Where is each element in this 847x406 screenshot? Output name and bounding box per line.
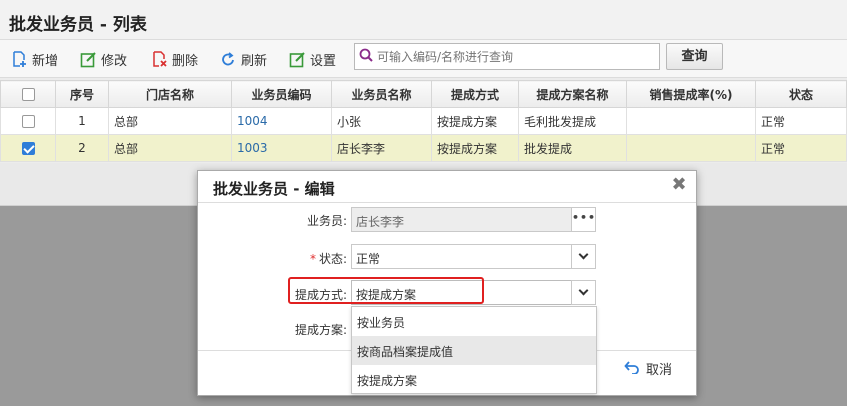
close-icon[interactable]: ✖ xyxy=(671,176,687,194)
cell-plan: 毛利批发提成 xyxy=(518,107,627,135)
row-checkbox-cell[interactable] xyxy=(0,107,56,135)
required-marker: * xyxy=(309,252,316,266)
highlight-box xyxy=(288,277,484,304)
salesman-label: 业务员: xyxy=(306,214,347,228)
column-header[interactable]: 门店名称 xyxy=(108,80,232,108)
table-row[interactable]: 2 总部 1003 店长李李 按提成方案 批发提成 正常 xyxy=(0,134,847,162)
cell-store: 总部 xyxy=(108,134,232,162)
status-dropdown-button[interactable] xyxy=(571,244,596,269)
select-all-checkbox[interactable] xyxy=(21,88,35,101)
cell-rate xyxy=(626,134,756,162)
cell-code[interactable]: 1003 xyxy=(231,134,332,162)
cell-status: 正常 xyxy=(755,134,847,162)
column-header[interactable]: 状态 xyxy=(755,80,847,108)
refresh-button[interactable]: 刷新 xyxy=(220,49,267,69)
plan-label: 提成方案: xyxy=(294,323,347,337)
cancel-label: 取消 xyxy=(646,363,673,378)
delete-label: 删除 xyxy=(172,53,199,69)
search-input[interactable] xyxy=(377,49,647,64)
cell-no: 2 xyxy=(55,134,109,162)
salesman-picker-button[interactable]: ••• xyxy=(571,207,596,232)
edit-button[interactable]: 修改 xyxy=(80,49,127,69)
column-header[interactable]: 提成方案名称 xyxy=(518,80,627,108)
more-icon: ••• xyxy=(572,211,597,224)
settings-label: 设置 xyxy=(310,53,337,69)
edit-label: 修改 xyxy=(101,53,128,69)
salesman-table: 序号 门店名称 业务员编码 业务员名称 提成方式 提成方案名称 销售提成率(%)… xyxy=(0,80,847,162)
undo-icon xyxy=(624,360,640,378)
cell-name: 店长李李 xyxy=(331,134,432,162)
search-icon xyxy=(359,48,373,65)
settings-button[interactable]: 设置 xyxy=(289,49,336,69)
cell-rate xyxy=(626,107,756,135)
row-checkbox[interactable] xyxy=(21,142,35,155)
settings-edit-icon xyxy=(289,51,306,68)
chevron-down-icon xyxy=(578,249,589,260)
status-select[interactable]: 正常 xyxy=(351,244,572,269)
add-button[interactable]: 新增 xyxy=(11,49,58,69)
query-button[interactable]: 查询 xyxy=(666,43,723,70)
column-header[interactable]: 提成方式 xyxy=(431,80,519,108)
page-title: 批发业务员 - 列表 xyxy=(0,0,847,40)
dropdown-option[interactable]: 按业务员 xyxy=(352,307,596,336)
cell-code[interactable]: 1004 xyxy=(231,107,332,135)
row-checkbox-cell[interactable] xyxy=(0,134,56,162)
cell-store: 总部 xyxy=(108,107,232,135)
dialog-title: 批发业务员 - 编辑 xyxy=(213,180,335,198)
column-header[interactable]: 序号 xyxy=(55,80,109,108)
delete-file-icon xyxy=(151,50,168,68)
cancel-button[interactable]: 取消 xyxy=(624,359,672,378)
table-header-row: 序号 门店名称 业务员编码 业务员名称 提成方式 提成方案名称 销售提成率(%)… xyxy=(0,80,847,108)
method-dropdown-button[interactable] xyxy=(571,280,596,305)
status-label-wrap: * 状态: xyxy=(207,250,347,267)
dropdown-option[interactable]: 按商品档案提成值 xyxy=(352,336,596,365)
add-file-icon xyxy=(11,50,28,68)
column-header[interactable]: 销售提成率(%) xyxy=(626,80,756,108)
chevron-down-icon xyxy=(578,285,589,296)
cell-status: 正常 xyxy=(755,107,847,135)
table-row[interactable]: 1 总部 1004 小张 按提成方案 毛利批发提成 正常 xyxy=(0,107,847,135)
edit-icon xyxy=(80,51,97,68)
column-header[interactable]: 业务员名称 xyxy=(331,80,432,108)
column-header[interactable]: 业务员编码 xyxy=(231,80,332,108)
delete-button[interactable]: 删除 xyxy=(151,49,198,69)
salesman-field: 店长李李 xyxy=(351,207,572,232)
refresh-icon xyxy=(220,51,237,68)
cell-method: 按提成方案 xyxy=(431,107,519,135)
cell-name: 小张 xyxy=(331,107,432,135)
status-label: 状态: xyxy=(318,252,347,266)
dialog-header: 批发业务员 - 编辑 ✖ xyxy=(198,171,696,203)
add-label: 新增 xyxy=(32,53,59,69)
search-box[interactable] xyxy=(354,43,660,70)
cell-no: 1 xyxy=(55,107,109,135)
refresh-label: 刷新 xyxy=(241,53,268,69)
row-checkbox[interactable] xyxy=(21,115,35,128)
method-dropdown-list: 按业务员 按商品档案提成值 按提成方案 xyxy=(351,306,597,394)
select-all-header[interactable] xyxy=(0,80,56,108)
cell-method: 按提成方案 xyxy=(431,134,519,162)
cell-plan: 批发提成 xyxy=(518,134,627,162)
dropdown-option[interactable]: 按提成方案 xyxy=(352,365,596,394)
